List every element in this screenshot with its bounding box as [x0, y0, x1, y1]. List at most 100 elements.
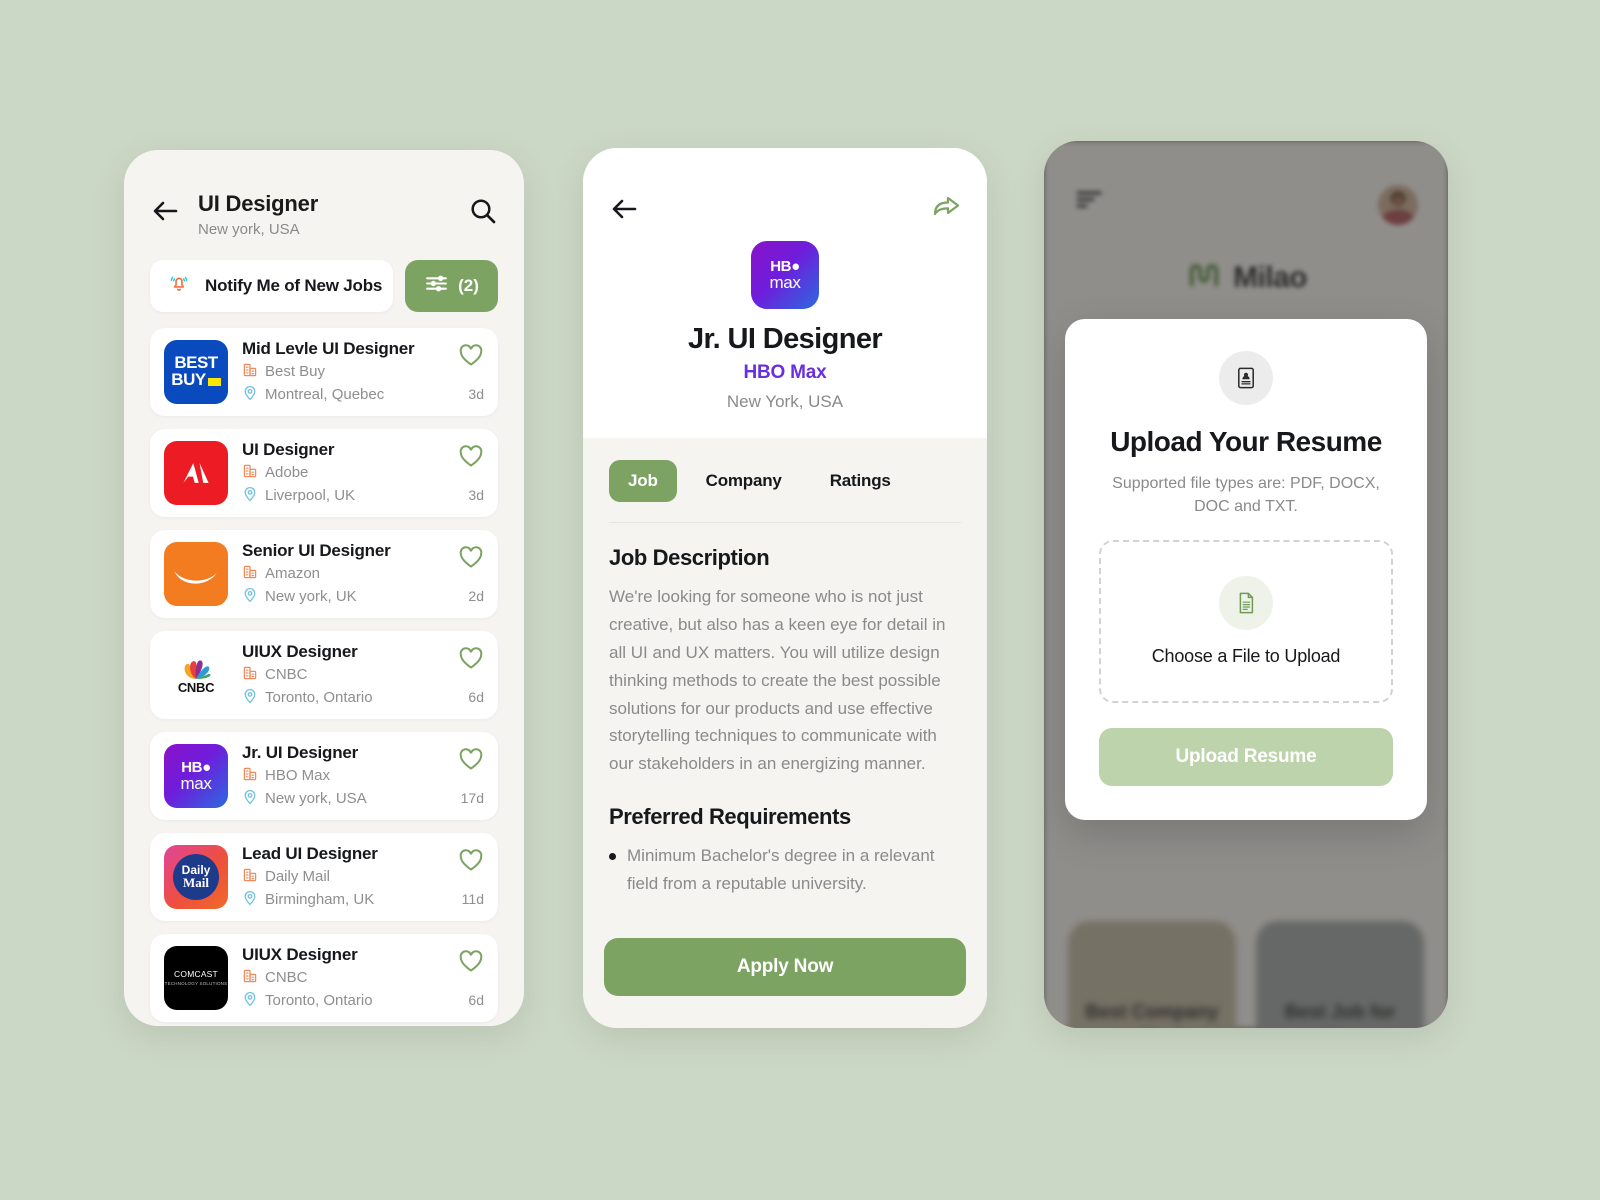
job-card-right: 11d [458, 847, 484, 907]
requirements-heading: Preferred Requirements [609, 804, 851, 830]
map-pin-icon [242, 587, 258, 607]
heart-icon[interactable] [458, 544, 484, 575]
map-pin-icon [242, 486, 258, 506]
job-card-main: UIUX Designer CNBC Toronto, Ontario [242, 945, 444, 1011]
tab-job[interactable]: Job [609, 460, 677, 502]
job-card-title: Lead UI Designer [242, 843, 378, 863]
job-card-location: Toronto, Ontario [265, 992, 373, 1010]
job-card-company: HBO Max [265, 767, 331, 785]
job-card-location-row: Toronto, Ontario [242, 688, 444, 708]
dropzone-label: Choose a File to Upload [1151, 646, 1341, 667]
job-detail-company: HBO Max [743, 362, 827, 383]
notify-me-button[interactable]: Notify Me of New Jobs [150, 259, 393, 312]
bullet-icon [609, 853, 616, 861]
job-card-right: 2d [458, 544, 484, 604]
job-card-company-row: Daily Mail [242, 867, 444, 887]
job-card[interactable]: HB● max Jr. UI Designer HBO Max New york, US… [150, 731, 498, 820]
company-logo-cnbc: CNBC [164, 642, 228, 707]
job-card-location: Toronto, Ontario [265, 689, 373, 707]
job-list: BEST BUY Mid Levle UI Designer Best Buy Mont… [124, 312, 524, 1022]
requirement-text: Minimum Bachelor's degree in a relevant … [627, 846, 935, 893]
job-card-location-row: Liverpool, UK [242, 486, 444, 506]
job-card-age: 17d [460, 789, 484, 806]
page-subtitle: New york, USA [198, 220, 300, 238]
job-card-company: Amazon [265, 565, 321, 583]
job-detail-title: Jr. UI Designer [687, 323, 883, 355]
job-card[interactable]: CNBC UIUX Designer CNBC Toronto, Ontario 6d [150, 630, 498, 719]
map-pin-icon [242, 688, 258, 708]
job-card-title: UIUX Designer [242, 944, 358, 964]
job-card-company: Daily Mail [265, 868, 331, 886]
heart-icon[interactable] [458, 443, 484, 474]
job-card[interactable]: Daily Mail Lead UI Designer Daily Mail Birmi… [150, 832, 498, 921]
document-icon [1219, 576, 1273, 631]
job-card-location: New york, UK [265, 588, 357, 606]
job-card-title: UI Designer [242, 439, 335, 459]
job-card-location-row: Montreal, Quebec [242, 385, 444, 405]
phone-screen-job-detail: HB● max Jr. UI Designer HBO Max New York… [583, 148, 987, 1028]
requirements-list: Minimum Bachelor's degree in a relevant … [609, 842, 961, 898]
building-icon [242, 564, 258, 584]
id-card-icon [1219, 351, 1273, 405]
job-detail-body: Job Description We're looking for someon… [583, 523, 987, 898]
tab-ratings[interactable]: Ratings [811, 460, 910, 502]
building-icon [242, 665, 258, 685]
building-icon [242, 362, 258, 382]
apply-now-button[interactable]: Apply Now [604, 938, 966, 996]
tab-company[interactable]: Company [687, 460, 801, 502]
upload-modal-title: Upload Your Resume [1110, 426, 1382, 457]
job-card-title: UIUX Designer [242, 641, 358, 661]
heart-icon[interactable] [458, 847, 484, 878]
company-logo-adobe [164, 440, 228, 505]
search-icon[interactable] [468, 196, 498, 226]
job-card-main: Mid Levle UI Designer Best Buy Montreal, Q… [242, 339, 444, 405]
job-description-heading: Job Description [609, 545, 770, 570]
job-card-company: Best Buy [265, 363, 326, 381]
job-card-location-row: New york, USA [242, 789, 444, 809]
job-list-title-block: UI Designer New york, USA [198, 191, 468, 238]
company-logo: HB● max [751, 241, 819, 309]
upload-resume-button[interactable]: Upload Resume [1099, 728, 1393, 787]
job-card-location-row: Birmingham, UK [242, 890, 444, 910]
job-card-age: 2d [468, 587, 484, 604]
job-detail-location: New York, USA [726, 392, 844, 411]
job-card-right: 3d [458, 443, 484, 503]
job-card-main: UIUX Designer CNBC Toronto, Ontario [242, 642, 444, 708]
sliders-icon [424, 271, 449, 301]
job-card[interactable]: Senior UI Designer Amazon New york, UK 2d [150, 529, 498, 618]
job-card-location: Liverpool, UK [265, 487, 356, 505]
heart-icon[interactable] [458, 948, 484, 979]
job-card-right: 3d [458, 342, 484, 402]
job-list-header: UI Designer New york, USA [124, 150, 524, 238]
company-logo-line2: max [769, 273, 801, 292]
company-logo-comcast: COMCAST TECHNOLOGY SOLUTIONS [164, 945, 228, 1010]
job-card[interactable]: COMCAST TECHNOLOGY SOLUTIONS UIUX Designer… [150, 933, 498, 1022]
job-card-location: Montreal, Quebec [265, 386, 385, 404]
notify-me-label: Notify Me of New Jobs [205, 275, 383, 295]
job-card-age: 6d [468, 688, 484, 705]
job-card-company: Adobe [265, 464, 309, 482]
heart-icon[interactable] [458, 342, 484, 373]
file-dropzone[interactable]: Choose a File to Upload [1099, 540, 1393, 704]
job-card-title: Mid Levle UI Designer [242, 338, 415, 358]
bell-ringing-icon [166, 270, 192, 301]
arrow-left-icon[interactable] [609, 194, 639, 224]
heart-icon[interactable] [458, 746, 484, 777]
company-logo-bestbuy: BEST BUY [164, 339, 228, 404]
job-detail-topbar [609, 190, 961, 225]
job-card-title: Jr. UI Designer [242, 742, 359, 762]
job-card-title: Senior UI Designer [242, 540, 391, 560]
map-pin-icon [242, 789, 258, 809]
phone-screen-upload-resume: Milao Best Company to WorkBest Job for Y… [1044, 141, 1448, 1028]
job-card-main: UI Designer Adobe Liverpool, UK [242, 440, 444, 506]
screenshot-stage: UI Designer New york, USA Notify Me of N… [0, 0, 1600, 1200]
arrow-left-icon[interactable] [150, 196, 180, 226]
job-card-company-row: CNBC [242, 665, 444, 685]
company-logo-dailymail: Daily Mail [164, 844, 228, 909]
job-card[interactable]: UI Designer Adobe Liverpool, UK 3d [150, 428, 498, 517]
filter-button[interactable]: (2) [405, 259, 498, 312]
heart-icon[interactable] [458, 645, 484, 676]
job-list-actions: Notify Me of New Jobs (2) [124, 238, 524, 312]
job-card[interactable]: BEST BUY Mid Levle UI Designer Best Buy Mont… [150, 327, 498, 416]
share-icon[interactable] [931, 190, 961, 225]
